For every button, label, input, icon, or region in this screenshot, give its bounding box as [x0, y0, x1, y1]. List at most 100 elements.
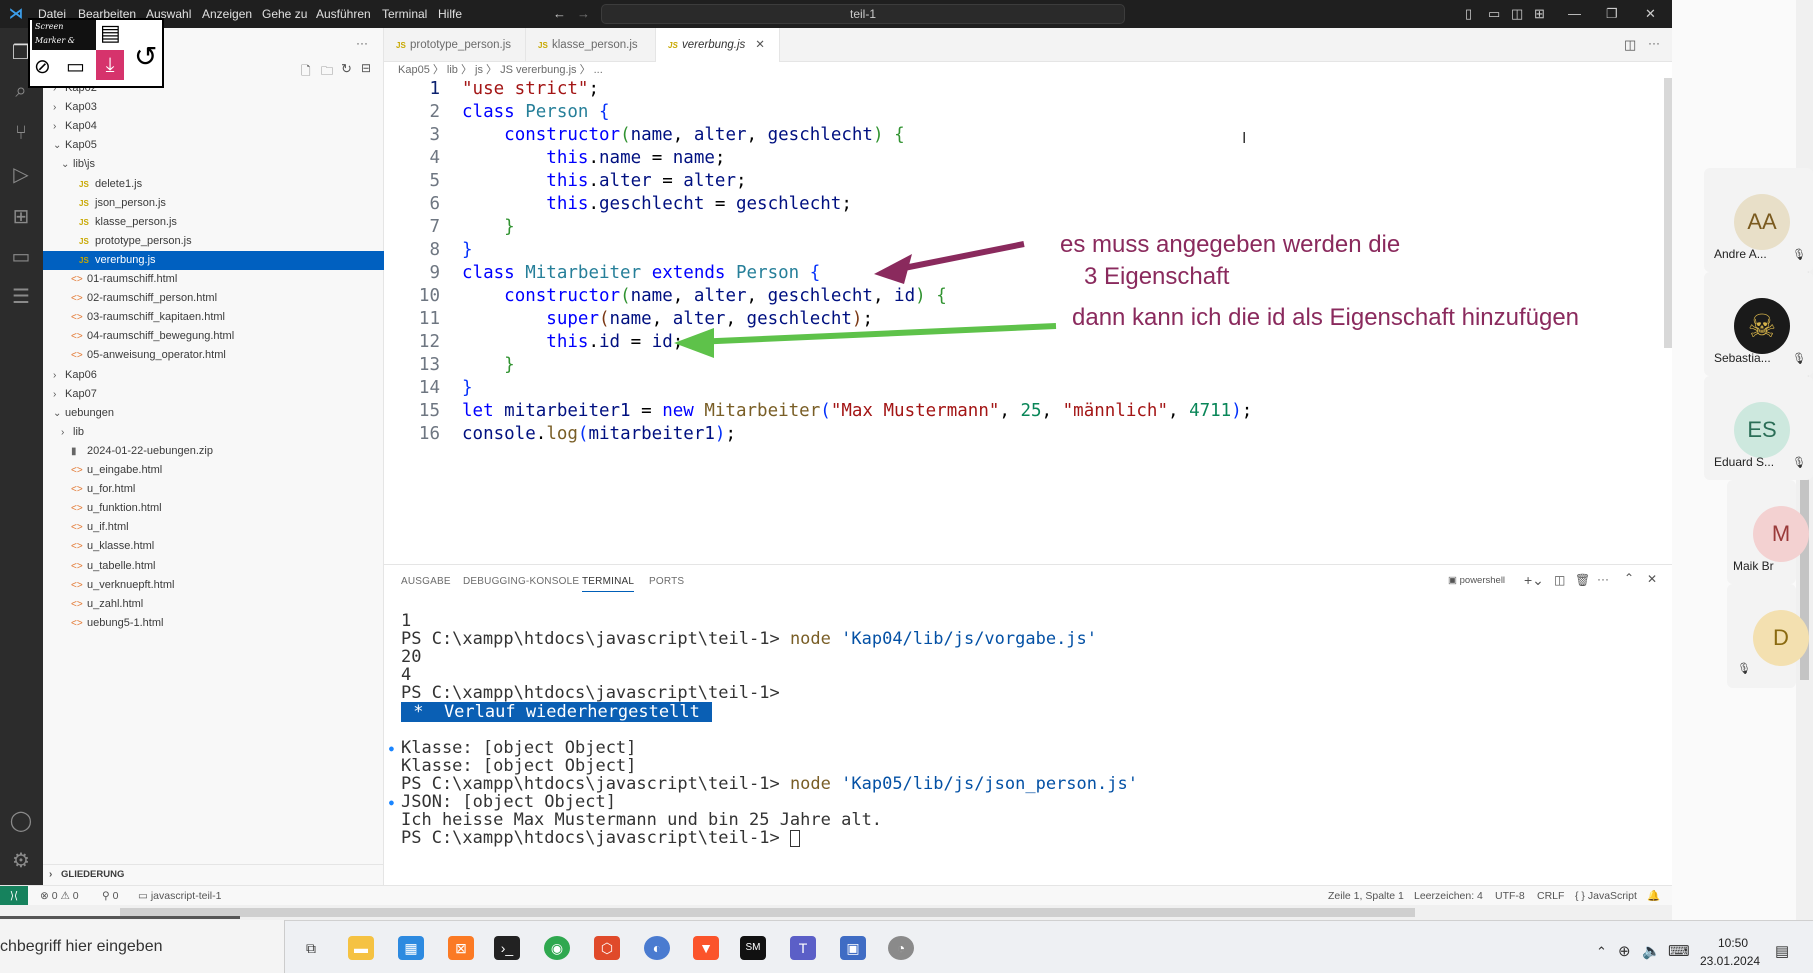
kill-terminal-icon[interactable]: 🗑 [1575, 573, 1590, 587]
tree-folder[interactable]: › Kap04 [43, 117, 384, 136]
tree-file[interactable]: ▮ 2024-01-22-uebungen.zip [43, 442, 384, 461]
docs-icon[interactable]: ☰ [8, 284, 34, 310]
maximize-panel-icon[interactable]: ⌃ [1624, 571, 1634, 585]
tray-chevron-icon[interactable]: ⌃ [1596, 944, 1607, 960]
panel-tab-terminal[interactable]: TERMINAL [582, 576, 635, 592]
settings-gear-icon[interactable]: ⚙ [8, 848, 34, 874]
refresh-icon[interactable]: ↻ [341, 61, 352, 77]
toggle-secondary-sidebar-icon[interactable]: ◫ [1511, 6, 1523, 22]
clock-date[interactable]: 23.01.2024 [1700, 954, 1760, 968]
volume-icon[interactable]: 🔈 [1642, 942, 1661, 960]
tree-file[interactable]: JS vererbung.js [43, 250, 384, 270]
tree-file[interactable]: <> 03-raumschiff_kapitaen.html [43, 308, 384, 327]
command-decoration-icon[interactable]: ● [389, 738, 394, 759]
terminal-output[interactable]: 1 PS C:\xampp\htdocs\javascript\teil-1> n… [384, 611, 1672, 881]
notification-center-icon[interactable]: ▤ [1775, 942, 1789, 960]
teams-icon[interactable]: T [790, 936, 816, 960]
close-panel-icon[interactable]: ✕ [1647, 572, 1657, 586]
language-mode[interactable]: { } JavaScript [1575, 886, 1637, 906]
breadcrumb[interactable]: Kap05 〉 lib 〉 js 〉 JS vererbung.js 〉 ... [398, 62, 603, 78]
file-explorer-icon[interactable]: ▬ [348, 936, 374, 960]
outline-section[interactable]: › GLIEDERUNG [43, 864, 384, 884]
tab-prototype-person[interactable]: JS prototype_person.js [384, 28, 526, 62]
cursor-position[interactable]: Zeile 1, Spalte 1 [1328, 886, 1404, 906]
menu-anzeigen[interactable]: Anzeigen [202, 7, 252, 21]
tree-file[interactable]: <> 05-anweisung_operator.html [43, 346, 384, 365]
ms-store-icon[interactable]: ▦ [398, 936, 424, 960]
minimize-icon[interactable]: — [1568, 6, 1581, 21]
tree-file[interactable]: <> u_tabelle.html [43, 557, 384, 576]
indentation[interactable]: Leerzeichen: 4 [1414, 886, 1483, 906]
brave-icon[interactable]: ▼ [693, 936, 719, 960]
tree-file[interactable]: <> u_zahl.html [43, 595, 384, 614]
tree-file[interactable]: <> u_for.html [43, 480, 384, 499]
tree-file[interactable]: JS json_person.js [43, 194, 384, 213]
new-terminal-icon[interactable]: +⌄ [1524, 572, 1544, 589]
back-arrow-icon[interactable]: ← [553, 6, 566, 21]
tree-file[interactable]: JS klasse_person.js [43, 213, 384, 232]
taskbar-search[interactable]: chbegriff hier eingeben [0, 920, 285, 973]
tree-file[interactable]: JS delete1.js [43, 175, 384, 194]
remote-app-icon[interactable]: ▣ [840, 936, 866, 960]
ports-indicator[interactable]: ⚲ 0 [102, 886, 118, 906]
clock-time[interactable]: 10:50 [1718, 936, 1748, 950]
tree-file[interactable]: <> u_eingabe.html [43, 461, 384, 480]
split-editor-icon[interactable]: ◫ [1624, 37, 1636, 53]
terminal-app-icon[interactable]: ›_ [494, 936, 520, 960]
accounts-icon[interactable]: ◯ [8, 808, 34, 834]
menu-hilfe[interactable]: Hilfe [438, 7, 462, 21]
close-tab-icon[interactable]: ✕ [755, 39, 765, 51]
customize-layout-icon[interactable]: ⊞ [1534, 6, 1545, 22]
source-control-icon[interactable]: ⑂ [8, 120, 34, 146]
extensions-icon[interactable]: ⊞ [8, 204, 34, 230]
terminal-shell-label[interactable]: ▣ powershell [1448, 575, 1505, 586]
participant-tile[interactable]: D 🎙 [1727, 584, 1809, 688]
problems-indicator[interactable]: ⊗ 0 ⚠ 0 [40, 886, 79, 906]
chrome-icon[interactable]: ◉ [544, 936, 570, 960]
screen-marker-app-icon[interactable]: SM [740, 936, 766, 960]
participant-tile[interactable]: ☠ Sebastia... 🎙 [1704, 272, 1813, 376]
window-scrollbar[interactable] [0, 905, 1813, 920]
run-debug-icon[interactable]: ▷ [8, 162, 34, 188]
panel-tab-output[interactable]: AUSGABE [401, 576, 451, 587]
collapse-all-icon[interactable]: ⊟ [361, 61, 371, 75]
undo-icon[interactable]: ↺ [134, 40, 157, 73]
tree-folder[interactable]: ⌄ uebungen [43, 404, 384, 423]
remote-explorer-icon[interactable]: ▭ [8, 244, 34, 270]
xampp-icon[interactable]: ⊠ [448, 936, 474, 960]
tree-folder[interactable]: ⌄ lib\js [43, 155, 384, 174]
globe-icon[interactable]: ⊕ [1618, 942, 1631, 960]
network-app-icon[interactable]: ◐ [644, 936, 670, 960]
participant-tile[interactable]: ES Eduard S... 🎙 [1704, 376, 1813, 480]
tree-folder[interactable]: › Kap06 [43, 366, 384, 385]
tree-file[interactable]: <> 04-raumschiff_bewegung.html [43, 327, 384, 346]
panel-more-icon[interactable]: ··· [1597, 572, 1609, 586]
forward-arrow-icon[interactable]: → [577, 6, 590, 21]
tree-file[interactable]: <> uebung5-1.html [43, 614, 384, 633]
command-center[interactable]: teil-1 [601, 4, 1125, 24]
code-editor[interactable]: 1 "use strict"; 2 class Person { 3 constru… [384, 78, 1672, 564]
menu-ausfuehren[interactable]: Ausführen [316, 7, 371, 21]
scrollbar-thumb[interactable] [120, 908, 1415, 917]
panel-tab-debug-console[interactable]: DEBUGGING-KONSOLE [463, 576, 579, 587]
toggle-panel-icon[interactable]: ▭ [1488, 6, 1500, 22]
tree-folder[interactable]: › Kap03 [43, 98, 384, 117]
folder-indicator[interactable]: ▭ javascript-teil-1 [138, 886, 221, 906]
menu-terminal[interactable]: Terminal [382, 7, 427, 21]
monitor-icon[interactable]: ▭ [66, 54, 85, 79]
menu-gehe-zu[interactable]: Gehe zu [262, 7, 307, 21]
explorer-more-button[interactable]: ··· [356, 36, 368, 50]
tree-file[interactable]: JS prototype_person.js [43, 232, 384, 251]
tree-file[interactable]: <> 02-raumschiff_person.html [43, 289, 384, 308]
toggle-sidebar-icon[interactable]: ▯ [1465, 6, 1472, 22]
download-icon[interactable]: ⤓ [96, 50, 124, 80]
tree-folder[interactable]: ⌄ Kap05 [43, 136, 384, 155]
panel-tab-ports[interactable]: PORTS [649, 576, 684, 587]
close-window-icon[interactable]: ✕ [1645, 6, 1656, 22]
remote-indicator[interactable]: ⟩⟨ [0, 886, 28, 905]
tree-file[interactable]: <> u_klasse.html [43, 537, 384, 556]
encoding[interactable]: UTF-8 [1495, 886, 1525, 906]
participant-tile[interactable]: M Maik Br [1727, 480, 1809, 584]
split-terminal-icon[interactable]: ◫ [1554, 573, 1565, 587]
keyboard-icon[interactable]: ⌨ [1668, 942, 1690, 960]
